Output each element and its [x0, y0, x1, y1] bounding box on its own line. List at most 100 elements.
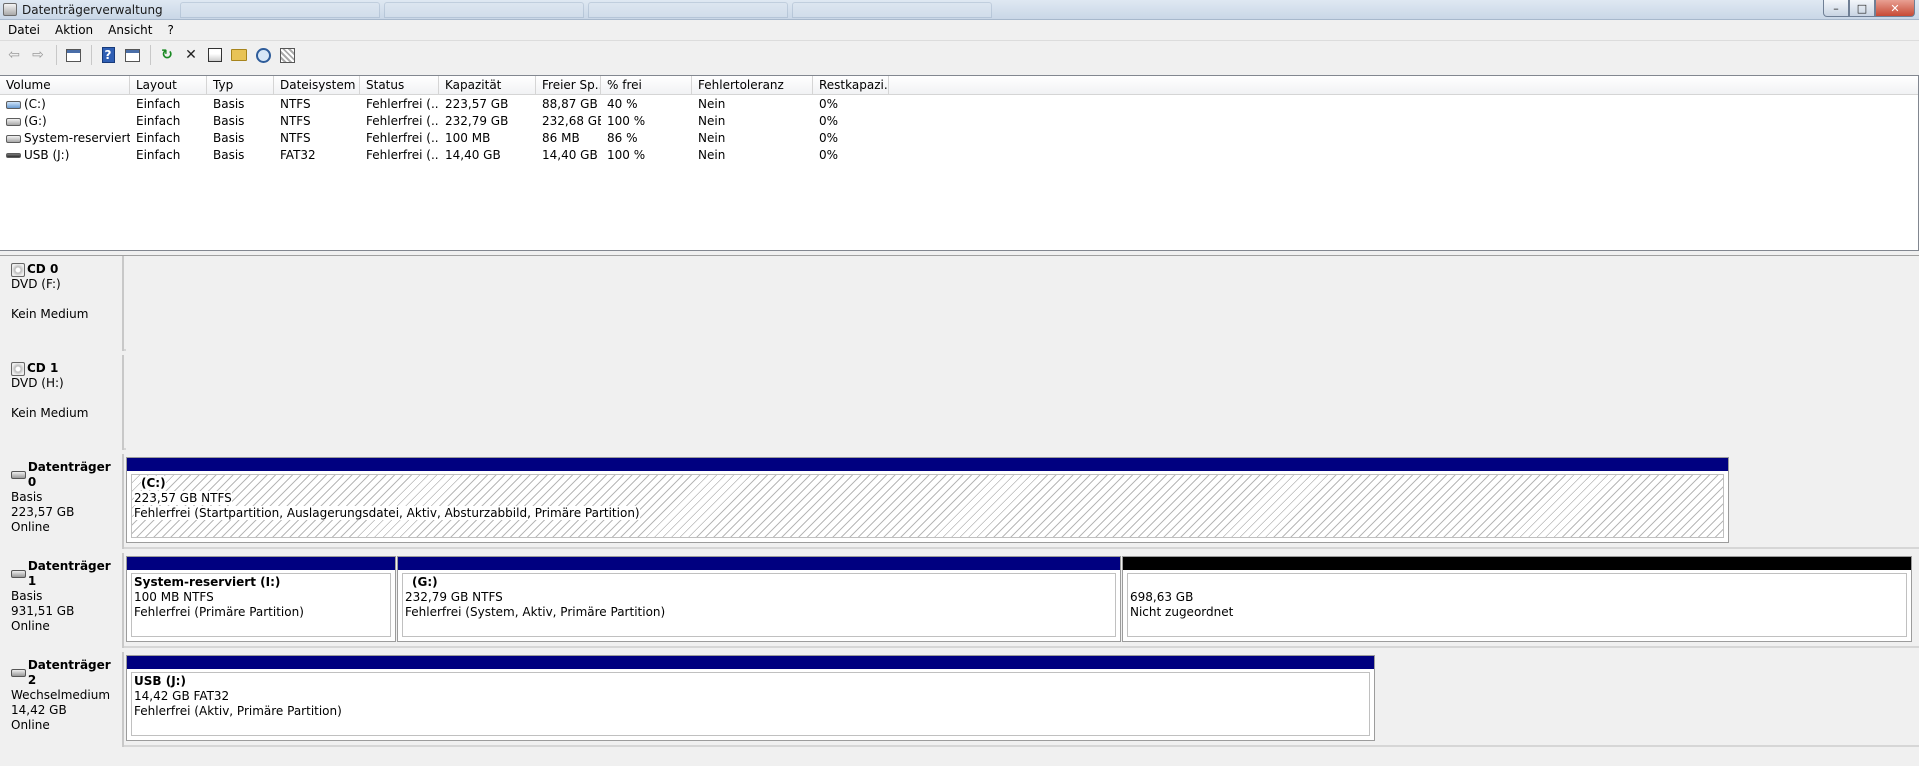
table-cell: 100 %	[607, 147, 646, 162]
partition-bar	[127, 458, 1728, 471]
console-tree-icon[interactable]	[63, 45, 83, 65]
menu-datei[interactable]: Datei	[0, 23, 47, 37]
close-button[interactable]: ✕	[1875, 0, 1915, 17]
disk-type: Basis	[11, 490, 43, 504]
table-row[interactable]: (G:) Einfach Basis NTFS Fehlerfrei (... …	[0, 112, 1918, 129]
table-cell: Einfach	[136, 130, 181, 145]
column-header-prozent-frei[interactable]: % frei	[601, 76, 692, 94]
background-tab	[588, 2, 788, 18]
partition-body: (C:) 223,57 GB NTFS Fehlerfrei (Startpar…	[131, 474, 1724, 538]
disk-label-disk2[interactable]: Datenträger 2 Wechselmedium 14,42 GB Onl…	[0, 652, 124, 747]
column-header-volume[interactable]: Volume	[0, 76, 130, 94]
disk-info: Kein Medium	[11, 406, 89, 420]
partition-g[interactable]: (G:) 232,79 GB NTFS Fehlerfrei (System, …	[397, 556, 1121, 642]
partition-status-text: Fehlerfrei (Startpartition, Auslagerungs…	[134, 506, 640, 520]
menu-help[interactable]: ?	[159, 23, 180, 37]
toolbar: ⇦ ⇨ ? ↻ ✕	[0, 40, 1919, 69]
column-header-kapazitaet[interactable]: Kapazität	[439, 76, 536, 94]
background-taskbar-tabs	[180, 2, 992, 18]
disk-row-disk0: Datenträger 0 Basis 223,57 GB Online (C:…	[0, 454, 1919, 549]
partition-size-text: 223,57 GB NTFS	[134, 491, 232, 505]
properties-icon-shape	[208, 48, 222, 62]
table-row[interactable]: (C:) Einfach Basis NTFS Fehlerfrei (... …	[0, 95, 1918, 112]
list-view-icon-shape	[124, 48, 140, 62]
list-view-icon[interactable]	[122, 45, 142, 65]
partition-name: System-reserviert (I:)	[134, 575, 281, 589]
disk-info: Kein Medium	[11, 307, 89, 321]
partition-system-reserved[interactable]: System-reserviert (I:) 100 MB NTFS Fehle…	[126, 556, 396, 642]
table-cell: 100 MB	[445, 130, 491, 145]
volume-list[interactable]: Volume Layout Typ Dateisystem Status Kap…	[0, 75, 1919, 251]
volume-name: System-reserviert (...	[24, 130, 130, 145]
properties-icon[interactable]	[205, 45, 225, 65]
partition-size: 223,57 GB NTFS	[134, 491, 1723, 506]
window-controls: – □ ✕	[1823, 0, 1915, 17]
disk-label-disk0[interactable]: Datenträger 0 Basis 223,57 GB Online	[0, 454, 124, 549]
disk-size: 931,51 GB	[11, 604, 75, 618]
column-header-dateisystem[interactable]: Dateisystem	[274, 76, 360, 94]
table-cell: 232,68 GB	[542, 113, 601, 128]
partition-body: USB (J:) 14,42 GB FAT32 Fehlerfrei (Akti…	[131, 672, 1370, 736]
disk-label-cd0[interactable]: CD 0 DVD (F:) Kein Medium	[0, 256, 124, 351]
refresh-icon[interactable]: ↻	[157, 45, 177, 65]
column-header-fehlertoleranz[interactable]: Fehlertoleranz	[692, 76, 813, 94]
partition-usb-j[interactable]: USB (J:) 14,42 GB FAT32 Fehlerfrei (Akti…	[126, 655, 1375, 741]
column-header-layout[interactable]: Layout	[130, 76, 207, 94]
partition-body: System-reserviert (I:) 100 MB NTFS Fehle…	[131, 573, 391, 637]
unallocated-bar	[1123, 557, 1911, 570]
disk-name-text: Datenträger 0	[27, 460, 111, 489]
table-row[interactable]: System-reserviert (... Einfach Basis NTF…	[0, 129, 1918, 146]
partition-c[interactable]: (C:) 223,57 GB NTFS Fehlerfrei (Startpar…	[126, 457, 1729, 543]
disk-info	[11, 391, 122, 406]
table-cell: Fehlerfrei (...	[366, 113, 439, 128]
table-cell: Nein	[698, 96, 726, 111]
disk-label-cd1[interactable]: CD 1 DVD (H:) Kein Medium	[0, 355, 124, 450]
column-header-status[interactable]: Status	[360, 76, 439, 94]
title-bar: Datenträgerverwaltung – □ ✕	[0, 0, 1919, 20]
column-header-restkapazitaet[interactable]: Restkapazi...	[813, 76, 889, 94]
disk-name-text: CD 1	[27, 361, 59, 375]
minimize-button[interactable]: –	[1823, 0, 1849, 17]
table-cell: 0%	[819, 96, 839, 111]
table-cell: Fehlerfrei (...	[366, 130, 439, 145]
volume-cell: (C:)	[0, 97, 130, 111]
console-tree-icon-shape	[65, 48, 81, 62]
back-arrow-icon[interactable]: ⇦	[4, 45, 24, 65]
disk-info	[11, 292, 122, 307]
disk-row-disk2: Datenträger 2 Wechselmedium 14,42 GB Onl…	[0, 652, 1919, 747]
help-icon-shape: ?	[101, 47, 115, 63]
open-folder-icon[interactable]	[229, 45, 249, 65]
disk-label-disk1[interactable]: Datenträger 1 Basis 931,51 GB Online	[0, 553, 124, 648]
table-cell: Basis	[213, 113, 245, 128]
system-volume-icon	[6, 100, 21, 109]
explore-icon[interactable]	[253, 45, 273, 65]
help-icon[interactable]: ?	[98, 45, 118, 65]
partition-status: Fehlerfrei (Aktiv, Primäre Partition)	[134, 704, 342, 718]
disk-area-empty	[126, 256, 1919, 351]
disk-view[interactable]: CD 0 DVD (F:) Kein Medium CD 1 DVD (H:) …	[0, 255, 1919, 766]
toolbar-separator	[56, 45, 57, 65]
menu-ansicht[interactable]: Ansicht	[100, 23, 159, 37]
table-cell: 0%	[819, 130, 839, 145]
table-cell: 88,87 GB	[542, 96, 598, 111]
table-row[interactable]: USB (J:) Einfach Basis FAT32 Fehlerfrei …	[0, 146, 1918, 163]
delete-icon[interactable]: ✕	[181, 45, 201, 65]
column-header-freier-speicher[interactable]: Freier Sp...	[536, 76, 601, 94]
table-cell: Basis	[213, 130, 245, 145]
partition-unallocated[interactable]: 698,63 GB Nicht zugeordnet	[1122, 556, 1912, 642]
hard-disk-icon	[11, 471, 26, 479]
forward-arrow-icon[interactable]: ⇨	[28, 45, 48, 65]
volume-name: (C:)	[24, 96, 46, 111]
menu-aktion[interactable]: Aktion	[47, 23, 100, 37]
partition-status: Fehlerfrei (System, Aktiv, Primäre Parti…	[405, 605, 666, 619]
partition-size: 100 MB NTFS	[134, 590, 214, 604]
cd-drive-icon	[11, 361, 25, 376]
disk-management-app-icon	[3, 3, 17, 16]
column-header-typ[interactable]: Typ	[207, 76, 274, 94]
table-cell: Basis	[213, 147, 245, 162]
maximize-button[interactable]: □	[1849, 0, 1875, 17]
table-cell: Nein	[698, 130, 726, 145]
removable-disk-icon	[11, 669, 26, 677]
settings-icon[interactable]	[277, 45, 297, 65]
table-cell: 0%	[819, 113, 839, 128]
